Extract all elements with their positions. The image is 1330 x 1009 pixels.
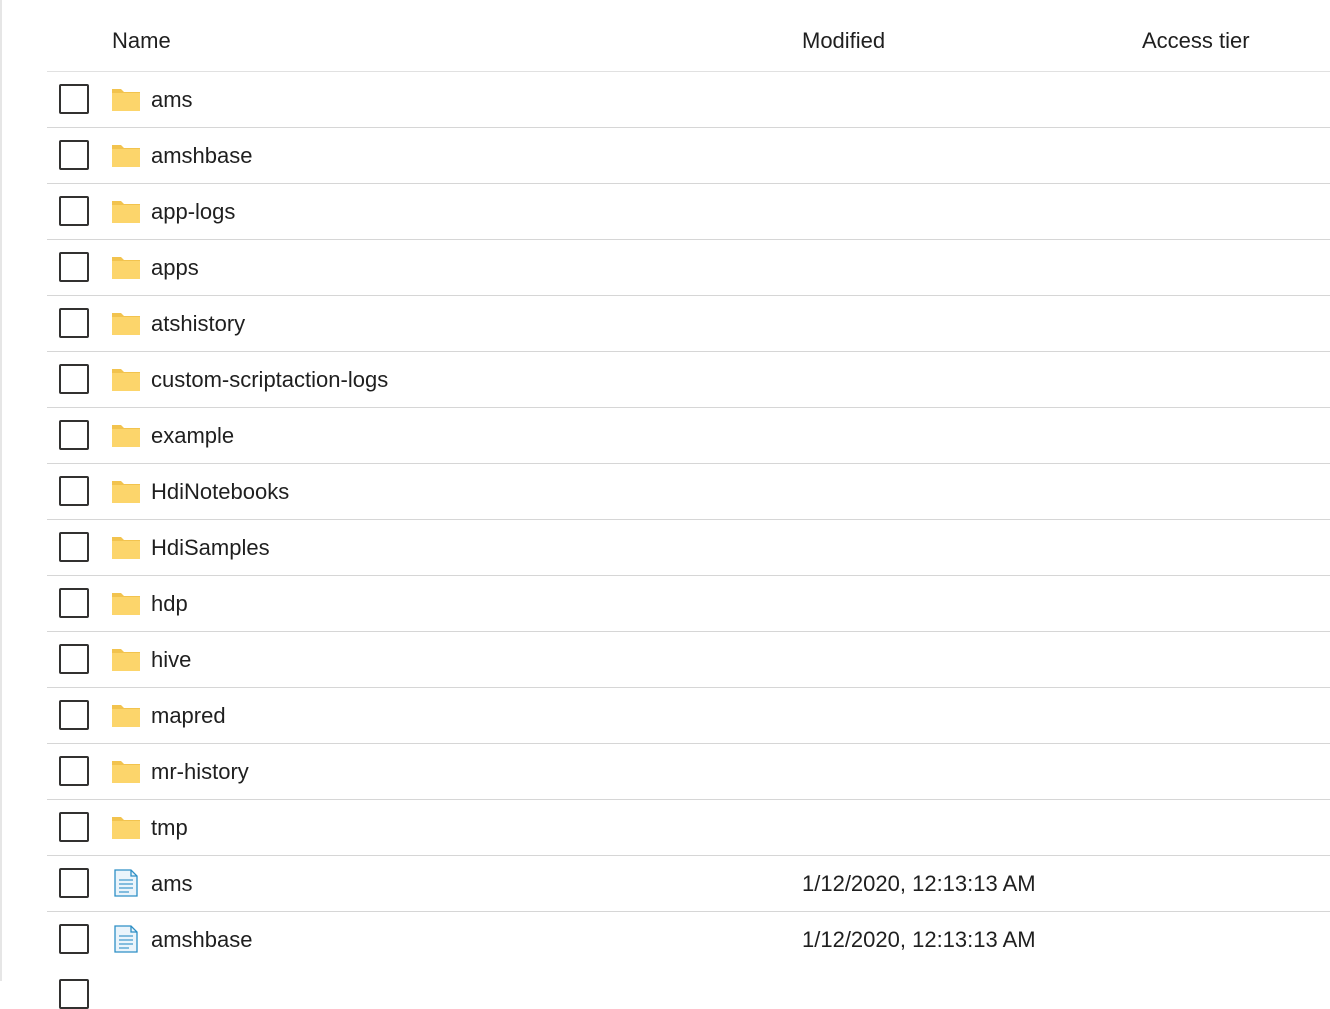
folder-icon <box>111 420 141 450</box>
file-icon <box>111 924 141 954</box>
row-checkbox[interactable] <box>59 644 89 674</box>
row-name-link[interactable]: apps <box>151 255 199 281</box>
row-name-link[interactable]: ams <box>151 87 193 113</box>
column-header-name[interactable]: Name <box>112 28 171 54</box>
column-header-access-tier[interactable]: Access tier <box>1142 28 1250 54</box>
row-name-link[interactable]: example <box>151 423 234 449</box>
row-name-link[interactable]: custom-scriptaction-logs <box>151 367 388 393</box>
row-checkbox[interactable] <box>59 364 89 394</box>
table-row[interactable]: tmp <box>47 800 1330 856</box>
table-row[interactable]: ams <box>47 72 1330 128</box>
row-checkbox[interactable] <box>59 812 89 842</box>
row-name-link[interactable]: mr-history <box>151 759 249 785</box>
row-name-link[interactable]: hive <box>151 647 191 673</box>
column-header-modified[interactable]: Modified <box>802 28 885 54</box>
left-border <box>0 0 2 981</box>
row-checkbox[interactable] <box>59 868 89 898</box>
row-name-link[interactable]: amshbase <box>151 143 253 169</box>
folder-icon <box>111 756 141 786</box>
row-checkbox[interactable] <box>59 588 89 618</box>
row-name-link[interactable]: tmp <box>151 815 188 841</box>
row-name-link[interactable]: HdiNotebooks <box>151 479 289 505</box>
table-row[interactable]: HdiNotebooks <box>47 464 1330 520</box>
table-row-partial <box>47 967 1330 1009</box>
table-row[interactable]: HdiSamples <box>47 520 1330 576</box>
row-checkbox[interactable] <box>59 756 89 786</box>
row-name-link[interactable]: hdp <box>151 591 188 617</box>
row-name-link[interactable]: ams <box>151 871 193 897</box>
table-row[interactable]: mapred <box>47 688 1330 744</box>
table-row[interactable]: example <box>47 408 1330 464</box>
row-checkbox[interactable] <box>59 700 89 730</box>
row-checkbox[interactable] <box>59 308 89 338</box>
file-icon <box>111 868 141 898</box>
folder-icon <box>111 308 141 338</box>
row-checkbox[interactable] <box>59 140 89 170</box>
table-row[interactable]: ams 1/12/2020, 12:13:13 AM <box>47 856 1330 912</box>
row-checkbox[interactable] <box>59 196 89 226</box>
row-checkbox[interactable] <box>59 84 89 114</box>
row-modified: 1/12/2020, 12:13:13 AM <box>802 927 1036 952</box>
folder-icon <box>111 252 141 282</box>
row-checkbox[interactable] <box>59 420 89 450</box>
folder-icon <box>111 84 141 114</box>
table-row[interactable]: mr-history <box>47 744 1330 800</box>
folder-icon <box>111 700 141 730</box>
folder-icon <box>111 476 141 506</box>
folder-icon <box>111 588 141 618</box>
table-row[interactable]: app-logs <box>47 184 1330 240</box>
row-name-link[interactable]: app-logs <box>151 199 235 225</box>
row-name-link[interactable]: mapred <box>151 703 226 729</box>
row-checkbox[interactable] <box>59 924 89 954</box>
row-checkbox[interactable] <box>59 476 89 506</box>
folder-icon <box>111 196 141 226</box>
column-header-row: Name Modified Access tier <box>47 14 1330 72</box>
table-row[interactable]: amshbase 1/12/2020, 12:13:13 AM <box>47 912 1330 967</box>
row-checkbox[interactable] <box>59 252 89 282</box>
row-name-link[interactable]: HdiSamples <box>151 535 270 561</box>
file-list-body: ams amshbase app-logs apps atshistory cu… <box>47 72 1330 967</box>
row-checkbox[interactable] <box>59 979 89 1009</box>
row-name-link[interactable]: amshbase <box>151 927 253 953</box>
row-checkbox[interactable] <box>59 532 89 562</box>
folder-icon <box>111 812 141 842</box>
table-row[interactable]: hive <box>47 632 1330 688</box>
folder-icon <box>111 532 141 562</box>
table-row[interactable]: amshbase <box>47 128 1330 184</box>
file-list: Name Modified Access tier ams amshbase a… <box>47 14 1330 1009</box>
table-row[interactable]: apps <box>47 240 1330 296</box>
folder-icon <box>111 364 141 394</box>
folder-icon <box>111 644 141 674</box>
table-row[interactable]: custom-scriptaction-logs <box>47 352 1330 408</box>
row-modified: 1/12/2020, 12:13:13 AM <box>802 871 1036 896</box>
folder-icon <box>111 140 141 170</box>
table-row[interactable]: hdp <box>47 576 1330 632</box>
row-name-link[interactable]: atshistory <box>151 311 245 337</box>
table-row[interactable]: atshistory <box>47 296 1330 352</box>
